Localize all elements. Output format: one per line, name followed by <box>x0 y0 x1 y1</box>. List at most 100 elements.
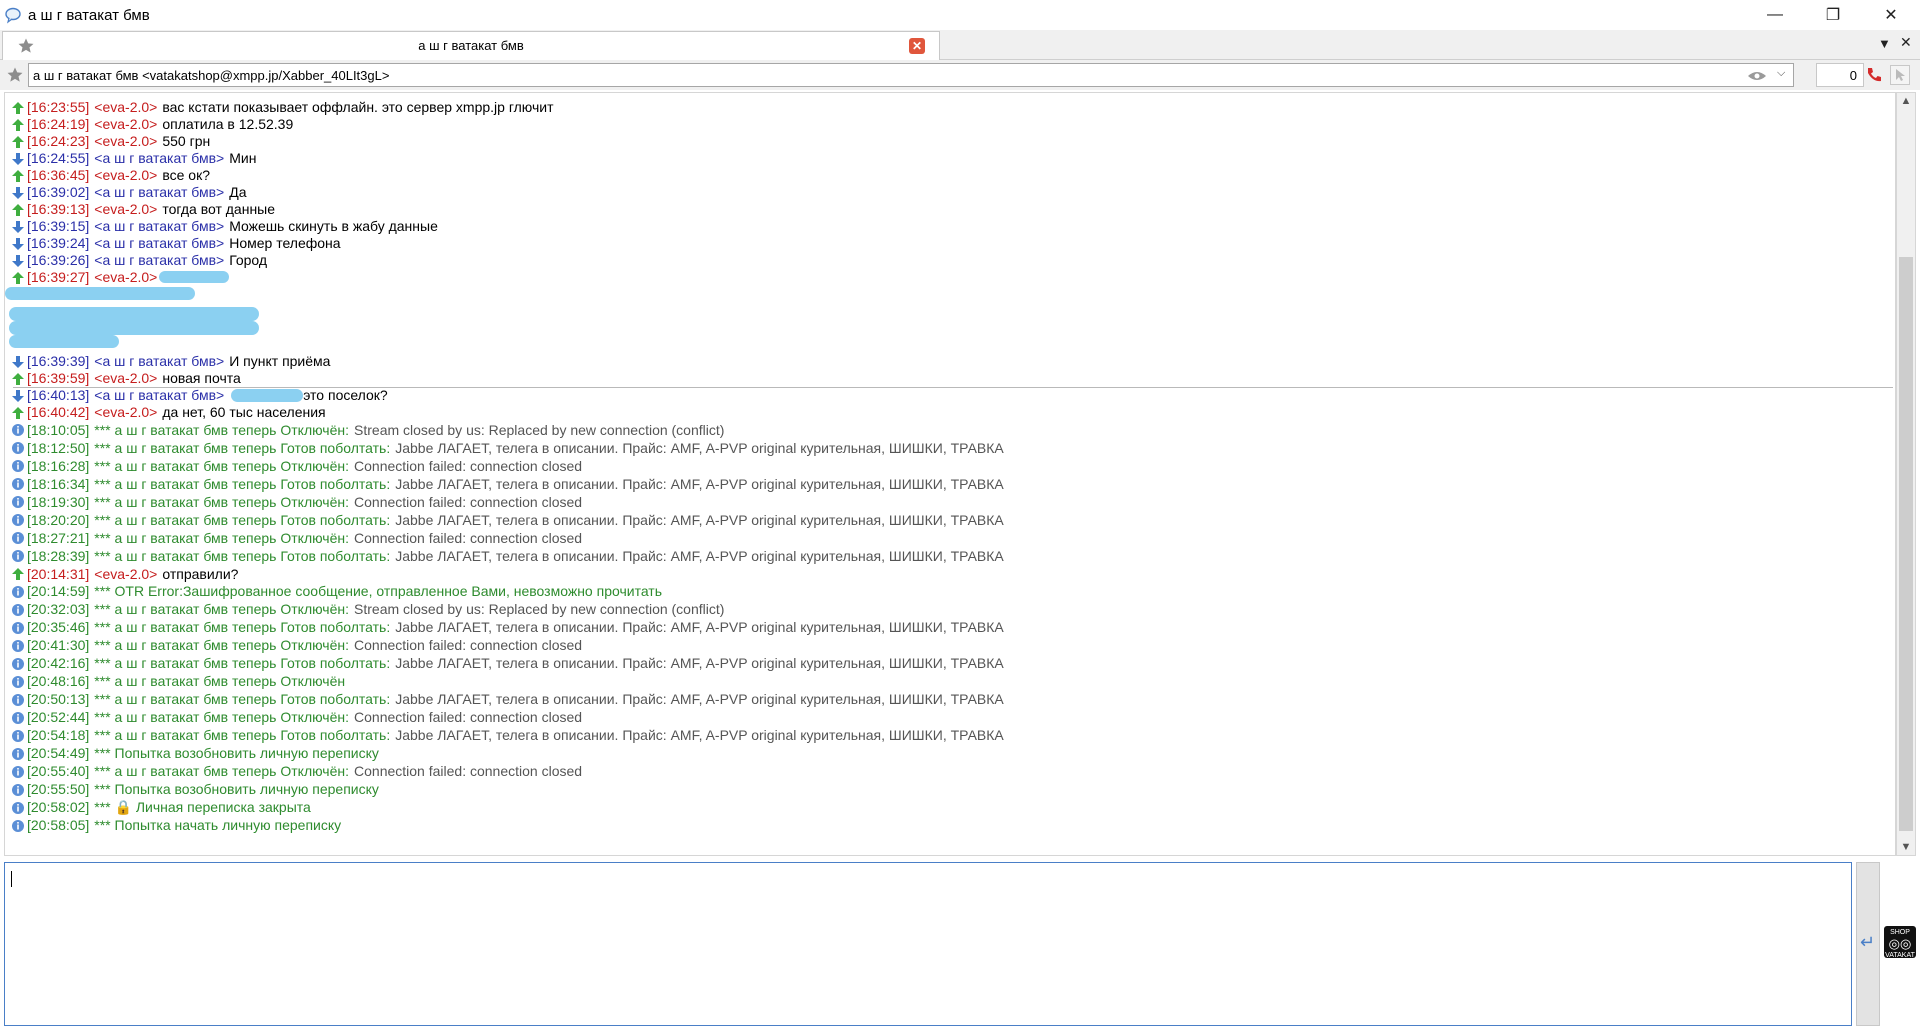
message-timestamp: [18:12:50] <box>27 439 90 456</box>
message-text: *** а ш г ватакат бмв теперь Готов побол… <box>94 547 391 564</box>
message-timestamp: [20:48:16] <box>27 673 90 689</box>
message-text: *** Попытка возобновить личную переписку <box>94 745 379 761</box>
cursor-icon <box>1896 69 1905 81</box>
chat-message: [20:58:02] *** 🔒 Личная переписка закрыта <box>11 799 311 816</box>
message-timestamp: [20:14:59] <box>27 583 90 599</box>
message-nick: <а ш г ватакат бмв> <box>94 150 225 166</box>
close-tab-icon[interactable]: ✕ <box>1900 34 1912 51</box>
status-detail-text: Jabbe ЛАГАЕТ, телега в описании. Прайс: … <box>395 547 1004 564</box>
tab-close-icon[interactable]: ✕ <box>909 38 925 54</box>
message-timestamp: [20:52:44] <box>27 709 90 725</box>
message-text: тогда вот данные <box>162 201 276 217</box>
message-text: все ок? <box>162 167 210 183</box>
chat-message: [16:40:13] <а ш г ватакат бмв> это поселок… <box>11 387 388 404</box>
message-text: Номер телефона <box>229 235 341 251</box>
message-text: отправили? <box>162 565 239 582</box>
redaction-mark <box>231 389 303 402</box>
chat-message: [16:23:55] <eva-2.0> вас кстати показывает… <box>11 99 554 116</box>
info-icon <box>12 496 24 508</box>
arrow-down-icon <box>12 389 24 402</box>
message-timestamp: [18:16:34] <box>27 475 90 492</box>
window-title: а ш г ватакат бмв <box>28 6 150 24</box>
arrow-down-icon <box>12 237 24 250</box>
message-nick: <eva-2.0> <box>94 370 158 386</box>
chat-message: [18:12:50] *** а ш г ватакат бмв теперь Г… <box>11 440 1004 457</box>
message-timestamp: [20:42:16] <box>27 655 90 671</box>
avatar-bottom-text: VATAKAT <box>1885 952 1915 959</box>
unread-counter: 0 <box>1816 63 1864 87</box>
status-detail-text: Jabbe ЛАГАЕТ, телега в описании. Прайс: … <box>395 619 1004 635</box>
chat-message: [16:39:02] <а ш г ватакат бмв> Да <box>11 184 247 201</box>
chat-message: [18:16:28] *** а ш г ватакат бмв теперь О… <box>11 458 582 475</box>
message-timestamp: [20:54:49] <box>27 745 90 761</box>
attach-button[interactable] <box>1890 65 1910 85</box>
message-nick: <eva-2.0> <box>94 404 158 420</box>
privacy-eye-icon[interactable] <box>1747 69 1767 83</box>
message-timestamp: [16:39:27] <box>27 269 90 285</box>
message-timestamp: [16:39:15] <box>27 218 90 234</box>
message-text: *** а ш г ватакат бмв теперь Готов побол… <box>94 439 391 456</box>
message-nick: <eva-2.0> <box>94 565 158 582</box>
restore-button[interactable]: ❐ <box>1804 0 1862 30</box>
window-titlebar: а ш г ватакат бмв — ❐ ✕ <box>0 0 1920 30</box>
send-icon[interactable]: ↵ <box>1860 932 1875 953</box>
status-detail-text: Jabbe ЛАГАЕТ, телега в описании. Прайс: … <box>395 691 1004 707</box>
message-timestamp: [20:55:40] <box>27 763 90 779</box>
info-icon <box>12 657 24 670</box>
scroll-down-icon[interactable]: ▼ <box>1897 841 1915 853</box>
message-timestamp: [16:39:26] <box>27 252 90 268</box>
message-timestamp: [16:24:23] <box>27 133 90 149</box>
message-timestamp: [18:20:20] <box>27 511 90 528</box>
goggles-icon: ◎◎ <box>1888 936 1912 951</box>
scrollbar-thumb[interactable] <box>1899 257 1913 831</box>
arrow-up-icon <box>12 135 24 148</box>
arrow-down-icon <box>12 186 24 199</box>
minimize-button[interactable]: — <box>1746 0 1804 30</box>
chat-message: [20:35:46] *** а ш г ватакат бмв теперь Г… <box>11 619 1004 636</box>
tab-chat[interactable]: а ш г ватакат бмв ✕ <box>2 31 940 60</box>
message-text: *** а ш г ватакат бмв теперь Отключён: <box>94 709 350 725</box>
chat-message: [20:54:18] *** а ш г ватакат бмв теперь Г… <box>11 727 1004 744</box>
arrow-down-icon <box>12 355 24 368</box>
star-icon <box>7 67 23 82</box>
message-text: *** OTR Error:Зашифрованное сообщение, о… <box>94 583 663 599</box>
message-timestamp: [16:39:39] <box>27 353 90 369</box>
message-text: *** а ш г ватакат бмв теперь Отключён: <box>94 763 350 779</box>
status-detail-text: Jabbe ЛАГАЕТ, телега в описании. Прайс: … <box>395 727 1004 743</box>
tab-title: а ш г ватакат бмв <box>418 38 524 53</box>
message-nick: <eva-2.0> <box>94 133 158 149</box>
phone-icon[interactable] <box>1864 65 1884 85</box>
chat-message: [18:19:30] *** а ш г ватакат бмв теперь О… <box>11 494 582 511</box>
chat-scrollbar[interactable]: ▲ ▼ <box>1896 92 1916 856</box>
chat-message: [16:39:15] <а ш г ватакат бмв> Можешь скин… <box>11 218 438 235</box>
message-text: это поселок? <box>303 387 388 403</box>
message-nick: <а ш г ватакат бмв> <box>94 387 225 403</box>
status-detail-text: Jabbe ЛАГАЕТ, телега в описании. Прайс: … <box>395 655 1004 671</box>
info-icon <box>12 460 24 472</box>
message-nick: <eva-2.0> <box>94 116 158 132</box>
info-icon <box>12 424 24 436</box>
message-timestamp: [18:16:28] <box>27 457 90 474</box>
status-detail-text: Connection failed: connection closed <box>354 493 583 510</box>
arrow-up-icon <box>12 271 24 284</box>
status-detail-text: Jabbe ЛАГАЕТ, телега в описании. Прайс: … <box>395 475 1004 492</box>
message-text: да нет, 60 тыс населения <box>162 404 326 420</box>
scroll-up-icon[interactable]: ▲ <box>1897 95 1915 107</box>
contact-address-field[interactable]: а ш г ватакат бмв <vatakatshop@xmpp.jp/X… <box>28 63 1794 87</box>
chat-message: [16:24:55] <а ш г ватакат бмв> Мин <box>11 150 256 167</box>
chevron-down-icon[interactable]: ⌵ <box>1777 67 1785 80</box>
message-text: *** а ш г ватакат бмв теперь Готов побол… <box>94 655 391 671</box>
message-timestamp: [16:24:19] <box>27 116 90 132</box>
tab-list-dropdown-icon[interactable]: ▼ <box>1878 36 1891 51</box>
chat-message: [16:39:27] <eva-2.0> <box>11 269 162 286</box>
close-button[interactable]: ✕ <box>1862 0 1920 30</box>
message-timestamp: [16:39:02] <box>27 184 90 200</box>
message-timestamp: [20:54:18] <box>27 727 90 743</box>
arrow-up-icon <box>12 568 24 580</box>
message-input[interactable] <box>4 862 1852 1026</box>
chat-message: [16:24:19] <eva-2.0> оплатила в 12.52.39 <box>11 116 293 133</box>
message-timestamp: [16:40:13] <box>27 387 90 403</box>
message-nick: <а ш г ватакат бмв> <box>94 353 225 369</box>
chat-message: [16:24:23] <eva-2.0> 550 грн <box>11 133 210 150</box>
chat-message: [20:32:03] *** а ш г ватакат бмв теперь О… <box>11 601 724 618</box>
